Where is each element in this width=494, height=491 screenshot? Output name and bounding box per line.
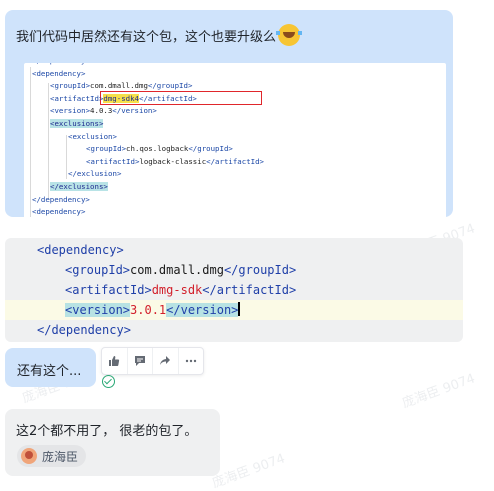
code-screenshot-image[interactable]: </dependency><dependency><groupId>com.dm…: [24, 63, 446, 219]
more-icon[interactable]: [179, 348, 204, 374]
screenshot-code-token: <dependency>: [32, 68, 86, 78]
message-text: 还有这个...: [17, 364, 82, 379]
screenshot-code-line: <artifactId>dmg-sdk4</artifactId>: [50, 93, 197, 103]
share-icon[interactable]: [153, 348, 179, 374]
screenshot-code-token: </artifactId>: [139, 93, 197, 103]
message-bubble-sent[interactable]: 还有这个...: [5, 348, 96, 387]
code-line: </dependency>: [5, 320, 463, 340]
screenshot-code-token: 4.0.3: [90, 106, 113, 116]
screenshot-code-token: </dependency>: [32, 63, 90, 65]
screenshot-code-token: </artifactId>: [206, 156, 265, 166]
screenshot-code-line: <groupId>ch.qos.logback</groupId>: [86, 144, 233, 153]
text-cursor: [238, 302, 240, 316]
screenshot-code-token: <groupId>: [50, 81, 91, 91]
screenshot-code-token: <artifactId>: [50, 93, 104, 103]
screenshot-code-line: <artifactId>logback-classic</artifactId>: [86, 157, 264, 166]
laughing-emoji-icon: [276, 24, 303, 46]
screenshot-code-token: <groupId>: [86, 144, 127, 154]
code-token: </dependency>: [37, 323, 131, 337]
code-token: <dependency>: [37, 243, 124, 257]
code-token: </groupId>: [223, 263, 297, 277]
code-token: <version>: [65, 303, 131, 317]
code-line: <artifactId>dmg-sdk</artifactId>: [5, 280, 463, 300]
screenshot-code-token: dmg-sdk4: [103, 93, 140, 103]
avatar: [21, 448, 37, 464]
screenshot-code-line: <exclusions>: [50, 119, 104, 128]
screenshot-code-token: </version>: [112, 106, 157, 116]
screenshot-code-line: <dependency>: [32, 69, 85, 78]
screenshot-code-line: </exclusion>: [68, 169, 121, 178]
code-line: <version>3.0.1</version>: [5, 300, 463, 320]
message-bubble-received[interactable]: 这2个都不用了， 很老的包了。 庞海臣: [5, 409, 220, 476]
code-token: <artifactId>: [65, 283, 152, 297]
code-line: <groupId>com.dmall.dmg</groupId>: [5, 260, 463, 280]
reference-name: 庞海臣: [42, 449, 79, 464]
comment-icon[interactable]: [128, 348, 153, 374]
screenshot-code-token: </groupId>: [147, 81, 193, 91]
screenshot-code-line: </dependency>: [32, 63, 90, 65]
code-token: <groupId>: [65, 263, 131, 277]
message-bubble-sent[interactable]: 我们代码中居然还有这个包，这个也要升级么 </dependency> <depen…: [5, 10, 453, 219]
screenshot-code-token: <exclusions>: [50, 119, 104, 128]
message-text: 这2个都不用了， 很老的包了。: [16, 424, 198, 439]
watermark: 庞海臣 9074: [210, 451, 288, 491]
screenshot-code-token: <exclusion>: [68, 131, 117, 141]
screenshot-code-line: <exclusion>: [68, 132, 117, 141]
message-action-toolbar: [101, 347, 204, 375]
screenshot-code-token: com.dmall.dmg: [90, 81, 148, 91]
screenshot-code-token: ch.qos.logback: [126, 144, 189, 154]
screenshot-code-token: <version>: [50, 106, 91, 116]
screenshot-code-token: </dependency>: [32, 194, 90, 204]
code-token: </artifactId>: [202, 283, 297, 297]
screenshot-code-token: <artifactId>: [86, 156, 140, 166]
screenshot-code-token: <dependency>: [32, 207, 86, 217]
screenshot-code-token: </groupId>: [188, 144, 233, 154]
code-token: com.dmall.dmg: [130, 263, 224, 277]
code-block[interactable]: <dependency> <groupId>com.dmall.dmg</grou…: [5, 238, 463, 342]
code-token: dmg-sdk: [151, 283, 203, 297]
screenshot-code-token: </exclusion>: [68, 169, 122, 179]
reference-tag[interactable]: 庞海臣: [17, 445, 87, 467]
message-text: 我们代码中居然还有这个包，这个也要升级么: [16, 24, 303, 46]
screenshot-code-token: </exclusions>: [50, 182, 108, 191]
code-token: </version>: [166, 303, 239, 317]
screenshot-code-line: <dependency>: [32, 207, 85, 216]
code-token: 3.0.1: [130, 303, 167, 317]
screenshot-code-line: <groupId>com.dmall.dmg</groupId>: [50, 81, 192, 90]
screenshot-code-line: </dependency>: [32, 195, 90, 204]
read-status-check-icon: [102, 375, 115, 388]
thumbs-up-icon[interactable]: [102, 348, 128, 374]
screenshot-code-token: logback-classic: [139, 156, 207, 166]
screenshot-code-line: </exclusions>: [50, 182, 108, 191]
watermark: 庞海臣 9074: [400, 371, 478, 412]
screenshot-code-line: <version>4.0.3</version>: [50, 106, 157, 115]
code-line: <dependency>: [5, 240, 463, 260]
